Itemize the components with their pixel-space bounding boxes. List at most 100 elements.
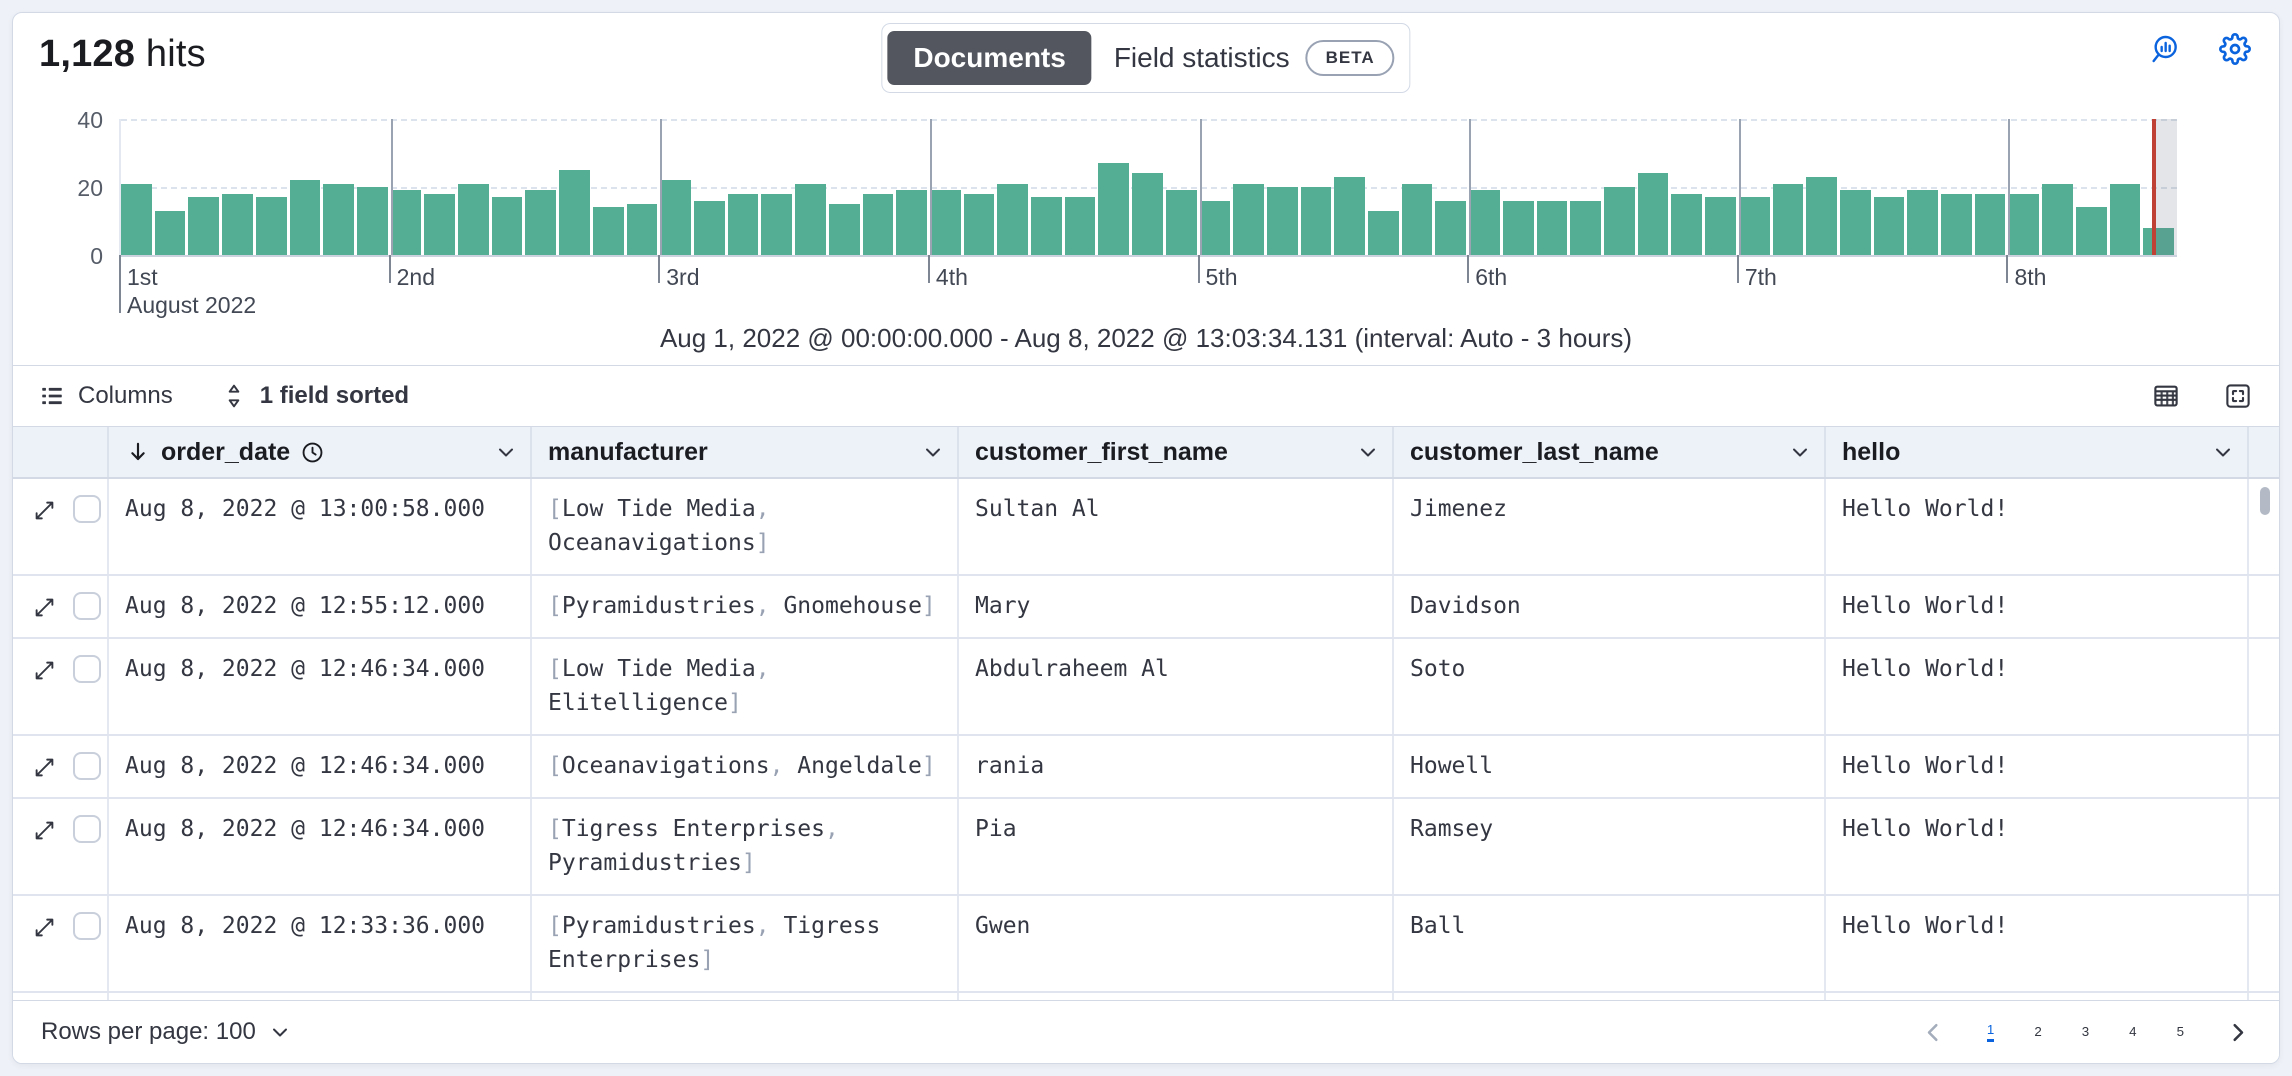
column-label: customer_first_name	[975, 438, 1228, 467]
day-boundary-line	[930, 119, 932, 255]
cell-hello: Hello World!	[1826, 799, 2249, 894]
previous-page-icon[interactable]	[1920, 1019, 1947, 1046]
histogram-bar	[1570, 201, 1601, 255]
histogram-bar	[1638, 173, 1669, 255]
chevron-down-icon	[268, 1020, 292, 1044]
histogram-bar	[290, 180, 321, 255]
tab-field-statistics-label: Field statistics	[1114, 42, 1290, 74]
cell-customer_first_name: rania	[959, 736, 1394, 797]
histogram-bar	[2008, 194, 2039, 255]
row-checkbox[interactable]	[73, 655, 101, 683]
vertical-scrollbar[interactable]	[2260, 487, 2270, 515]
histogram-bar	[2110, 184, 2141, 255]
documents-table: order_date manufacturer customer_first_nam…	[13, 426, 2279, 1000]
row-controls	[13, 736, 109, 797]
x-axis-tick	[658, 255, 660, 283]
histogram-bar	[1806, 177, 1837, 255]
histogram-bar	[593, 207, 624, 255]
x-axis-label: 8th	[2014, 263, 2046, 291]
day-boundary-line	[391, 119, 393, 255]
cell-manufacturer: [Low Tide Media, Elitelligence]	[532, 639, 959, 734]
sort-fields-button[interactable]: 1 field sorted	[221, 382, 409, 410]
x-axis-tick	[2006, 255, 2008, 283]
chevron-down-icon[interactable]	[921, 440, 945, 464]
current-time-marker	[2152, 119, 2156, 255]
cell-order_date: Aug 8, 2022 @ 12:55:12.000	[109, 576, 532, 637]
hits-count: 1,128	[39, 33, 135, 75]
histogram-bar	[121, 184, 152, 255]
histogram-bar	[559, 170, 590, 255]
histogram-bar	[660, 180, 691, 255]
list-icon	[39, 383, 65, 409]
table-row: Aug 8, 2022 @ 12:46:34.000[Tigress Enter…	[13, 799, 2279, 896]
x-axis-label: 7th	[1745, 263, 1777, 291]
expand-row-icon[interactable]	[31, 657, 58, 684]
chevron-down-icon[interactable]	[1356, 440, 1380, 464]
histogram-bar	[627, 204, 658, 255]
hits-label: hits	[146, 33, 206, 75]
histogram-bar	[1840, 190, 1871, 255]
page-1[interactable]: 1	[1987, 1022, 1994, 1042]
x-axis-tick	[1737, 255, 1739, 283]
chevron-down-icon[interactable]	[1788, 440, 1812, 464]
cell-partial	[1394, 993, 1826, 1000]
column-header-customer_first_name[interactable]: customer_first_name	[959, 427, 1394, 477]
y-axis-label: 40	[13, 107, 103, 134]
inspect-icon[interactable]	[2149, 33, 2181, 65]
fullscreen-icon[interactable]	[2223, 381, 2253, 411]
chart-gridline	[121, 119, 2177, 121]
expand-row-icon[interactable]	[31, 497, 58, 524]
columns-label: Columns	[78, 382, 173, 410]
future-time-overlay	[2154, 119, 2177, 255]
row-checkbox[interactable]	[73, 752, 101, 780]
histogram-bar	[1503, 201, 1534, 255]
page-2[interactable]: 2	[2034, 1024, 2041, 1041]
cell-order_date: Aug 8, 2022 @ 13:00:58.000	[109, 479, 532, 574]
row-checkbox[interactable]	[73, 592, 101, 620]
x-axis-label: 2nd	[397, 263, 435, 291]
table-footer: Rows per page: 100 1 2 3 4 5	[13, 1000, 2279, 1063]
discover-panel: 1,128 hits Documents Field statistics BE…	[12, 12, 2280, 1064]
expand-row-icon[interactable]	[31, 914, 58, 941]
histogram-bar	[1941, 194, 1972, 255]
histogram-bar	[1537, 201, 1568, 255]
expand-row-icon[interactable]	[31, 754, 58, 781]
page-4[interactable]: 4	[2129, 1024, 2136, 1041]
chevron-down-icon[interactable]	[494, 440, 518, 464]
page-5[interactable]: 5	[2177, 1024, 2184, 1041]
column-header-order_date[interactable]: order_date	[109, 427, 532, 477]
column-label: manufacturer	[548, 438, 708, 467]
histogram-bar	[795, 184, 826, 255]
histogram-bar	[1301, 187, 1332, 255]
density-icon[interactable]	[2151, 381, 2181, 411]
cell-manufacturer: [Pyramidustries, Tigress Enterprises]	[532, 896, 959, 991]
expand-row-icon[interactable]	[31, 594, 58, 621]
histogram-bar	[1435, 201, 1466, 255]
column-header-hello[interactable]: hello	[1826, 427, 2249, 477]
row-checkbox[interactable]	[73, 815, 101, 843]
row-checkbox[interactable]	[73, 912, 101, 940]
histogram-bar	[1200, 201, 1231, 255]
rows-per-page-button[interactable]: Rows per page: 100	[41, 1018, 292, 1046]
chevron-down-icon[interactable]	[2211, 440, 2235, 464]
columns-button[interactable]: Columns	[39, 382, 173, 410]
histogram-bar	[1705, 197, 1736, 255]
gear-icon[interactable]	[2219, 33, 2251, 65]
cell-order_date: Aug 8, 2022 @ 12:46:34.000	[109, 639, 532, 734]
column-header-manufacturer[interactable]: manufacturer	[532, 427, 959, 477]
day-boundary-line	[660, 119, 662, 255]
histogram-bar	[188, 197, 219, 255]
histogram-bar	[222, 194, 253, 255]
histogram-plot[interactable]	[119, 119, 2177, 255]
expand-row-icon[interactable]	[31, 817, 58, 844]
cell-customer_first_name: Pia	[959, 799, 1394, 894]
histogram-bar	[694, 201, 725, 255]
histogram-bar	[492, 197, 523, 255]
column-header-customer_last_name[interactable]: customer_last_name	[1394, 427, 1826, 477]
page-3[interactable]: 3	[2082, 1024, 2089, 1041]
row-controls	[13, 799, 109, 894]
histogram-bar	[1031, 197, 1062, 255]
x-axis-tick	[389, 255, 391, 283]
next-page-icon[interactable]	[2224, 1019, 2251, 1046]
row-checkbox[interactable]	[73, 495, 101, 523]
